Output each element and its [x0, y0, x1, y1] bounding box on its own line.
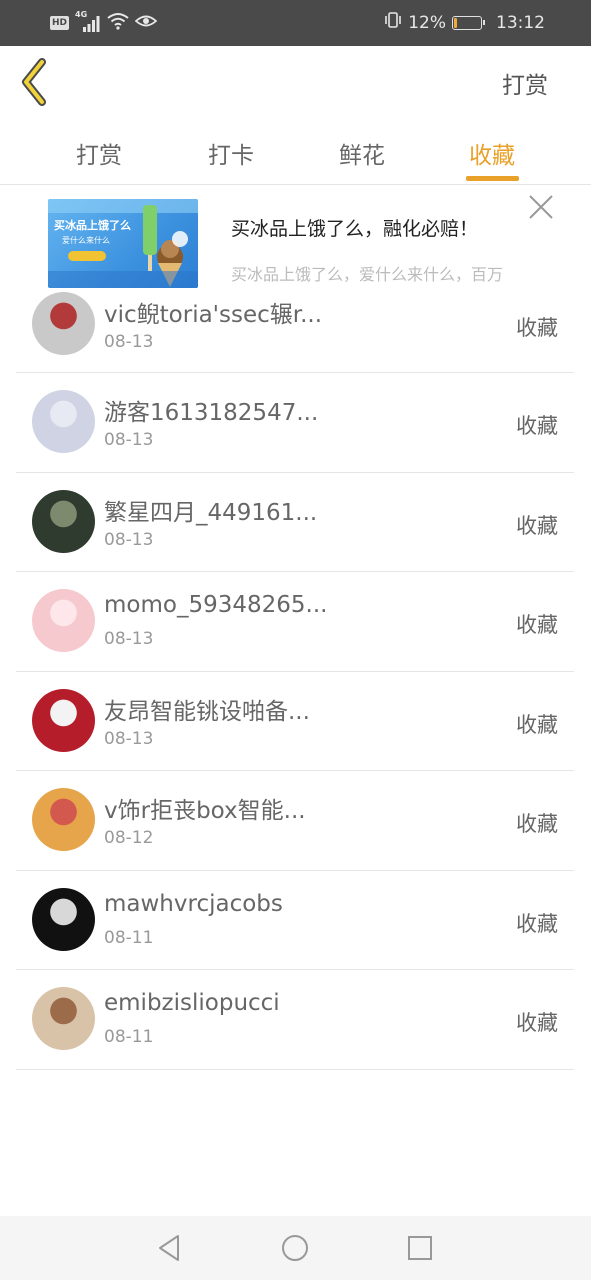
user-name: vic鲵toria'ssec辗r...	[104, 302, 323, 328]
square-recents-icon	[408, 1236, 432, 1260]
row-action-label: 收藏	[516, 613, 558, 637]
status-bar: HD 4G 12% 13:12	[0, 0, 591, 46]
user-name: momo_59348265...	[104, 592, 328, 618]
item-date: 08-13	[104, 728, 154, 749]
status-right: 12% 13:12	[384, 11, 545, 34]
list-item[interactable]: emibzisliopucci 08-11 收藏	[16, 970, 574, 1070]
item-date: 08-11	[104, 927, 154, 948]
list-item[interactable]: 友昂智能铫设啪备... 08-13 收藏	[16, 672, 574, 771]
item-date: 08-11	[104, 1027, 154, 1047]
avatar[interactable]	[32, 688, 95, 752]
close-icon	[529, 195, 553, 219]
vibrate-icon	[384, 11, 402, 34]
avatar[interactable]	[32, 987, 95, 1050]
battery-icon	[452, 15, 485, 30]
tab-favorites[interactable]: 收藏	[465, 136, 519, 170]
avatar[interactable]	[32, 788, 95, 851]
nav-back-button[interactable]	[152, 1230, 188, 1266]
battery-level	[454, 17, 457, 28]
nav-recents-button[interactable]	[402, 1230, 438, 1266]
ad-image-headline: 买冰品上饿了么	[54, 218, 131, 232]
user-name: v饰r拒丧box智能...	[104, 798, 306, 824]
item-date: 08-13	[104, 629, 154, 649]
ad-title: 买冰品上饿了么，融化必赔！	[231, 218, 479, 240]
avatar[interactable]	[32, 390, 95, 453]
list-item[interactable]: vic鲵toria'ssec辗r... 08-13 收藏	[16, 275, 574, 373]
back-button[interactable]	[18, 58, 62, 106]
tab-bar: 打赏 打卡 鲜花 收藏	[0, 118, 591, 185]
hd-badge: HD	[50, 16, 70, 30]
row-action-label: 收藏	[516, 414, 558, 438]
ad-image-subline: 爱什么来什么	[62, 235, 110, 245]
active-tab-indicator	[466, 176, 519, 181]
item-date: 08-12	[104, 828, 154, 848]
user-name: emibzisliopucci	[104, 990, 280, 1016]
row-action-label: 收藏	[516, 316, 558, 340]
row-action-label: 收藏	[516, 513, 558, 538]
clock: 13:12	[496, 12, 545, 33]
signal-icon: 4G	[75, 10, 101, 32]
avatar[interactable]	[32, 292, 95, 355]
item-date: 08-13	[104, 332, 154, 352]
avatar[interactable]	[32, 887, 95, 951]
item-date: 08-13	[104, 430, 154, 450]
avatar[interactable]	[32, 589, 95, 652]
tab-flowers[interactable]: 鲜花	[335, 136, 389, 170]
item-date: 08-13	[104, 529, 154, 550]
user-name: 友昂智能铫设啪备...	[104, 698, 310, 725]
tab-checkin[interactable]: 打卡	[204, 136, 258, 170]
row-action-label: 收藏	[516, 812, 558, 836]
circle-home-icon	[282, 1235, 308, 1261]
user-name: mawhvrcjacobs	[104, 890, 283, 917]
row-action-label: 收藏	[516, 1011, 558, 1035]
list-item[interactable]: v饰r拒丧box智能... 08-12 收藏	[16, 771, 574, 871]
user-name: 游客1613182547...	[104, 400, 319, 426]
tab-tip[interactable]: 打赏	[72, 136, 126, 170]
chevron-left-icon	[22, 58, 46, 106]
nav-home-button[interactable]	[277, 1230, 313, 1266]
system-nav-bar	[0, 1216, 591, 1280]
battery-percent: 12%	[408, 12, 446, 33]
list-item[interactable]: mawhvrcjacobs 08-11 收藏	[16, 871, 574, 970]
user-name: 繁星四月_449161...	[104, 499, 318, 526]
triangle-back-icon	[159, 1235, 179, 1261]
ad-close-button[interactable]	[528, 194, 554, 220]
list-item[interactable]: 游客1613182547... 08-13 收藏	[16, 373, 574, 473]
favorites-list: vic鲵toria'ssec辗r... 08-13 收藏 游客161318254…	[16, 275, 574, 1070]
list-item[interactable]: 繁星四月_449161... 08-13 收藏	[16, 473, 574, 572]
status-left: HD 4G	[50, 10, 158, 34]
avatar[interactable]	[32, 489, 95, 553]
list-item[interactable]: momo_59348265... 08-13 收藏	[16, 572, 574, 672]
row-action-label: 收藏	[516, 712, 558, 737]
tip-button[interactable]: 打赏	[502, 66, 548, 100]
eye-icon	[134, 13, 158, 33]
row-action-label: 收藏	[516, 911, 558, 936]
app-header: 打赏	[0, 46, 591, 118]
wifi-icon	[107, 12, 129, 34]
